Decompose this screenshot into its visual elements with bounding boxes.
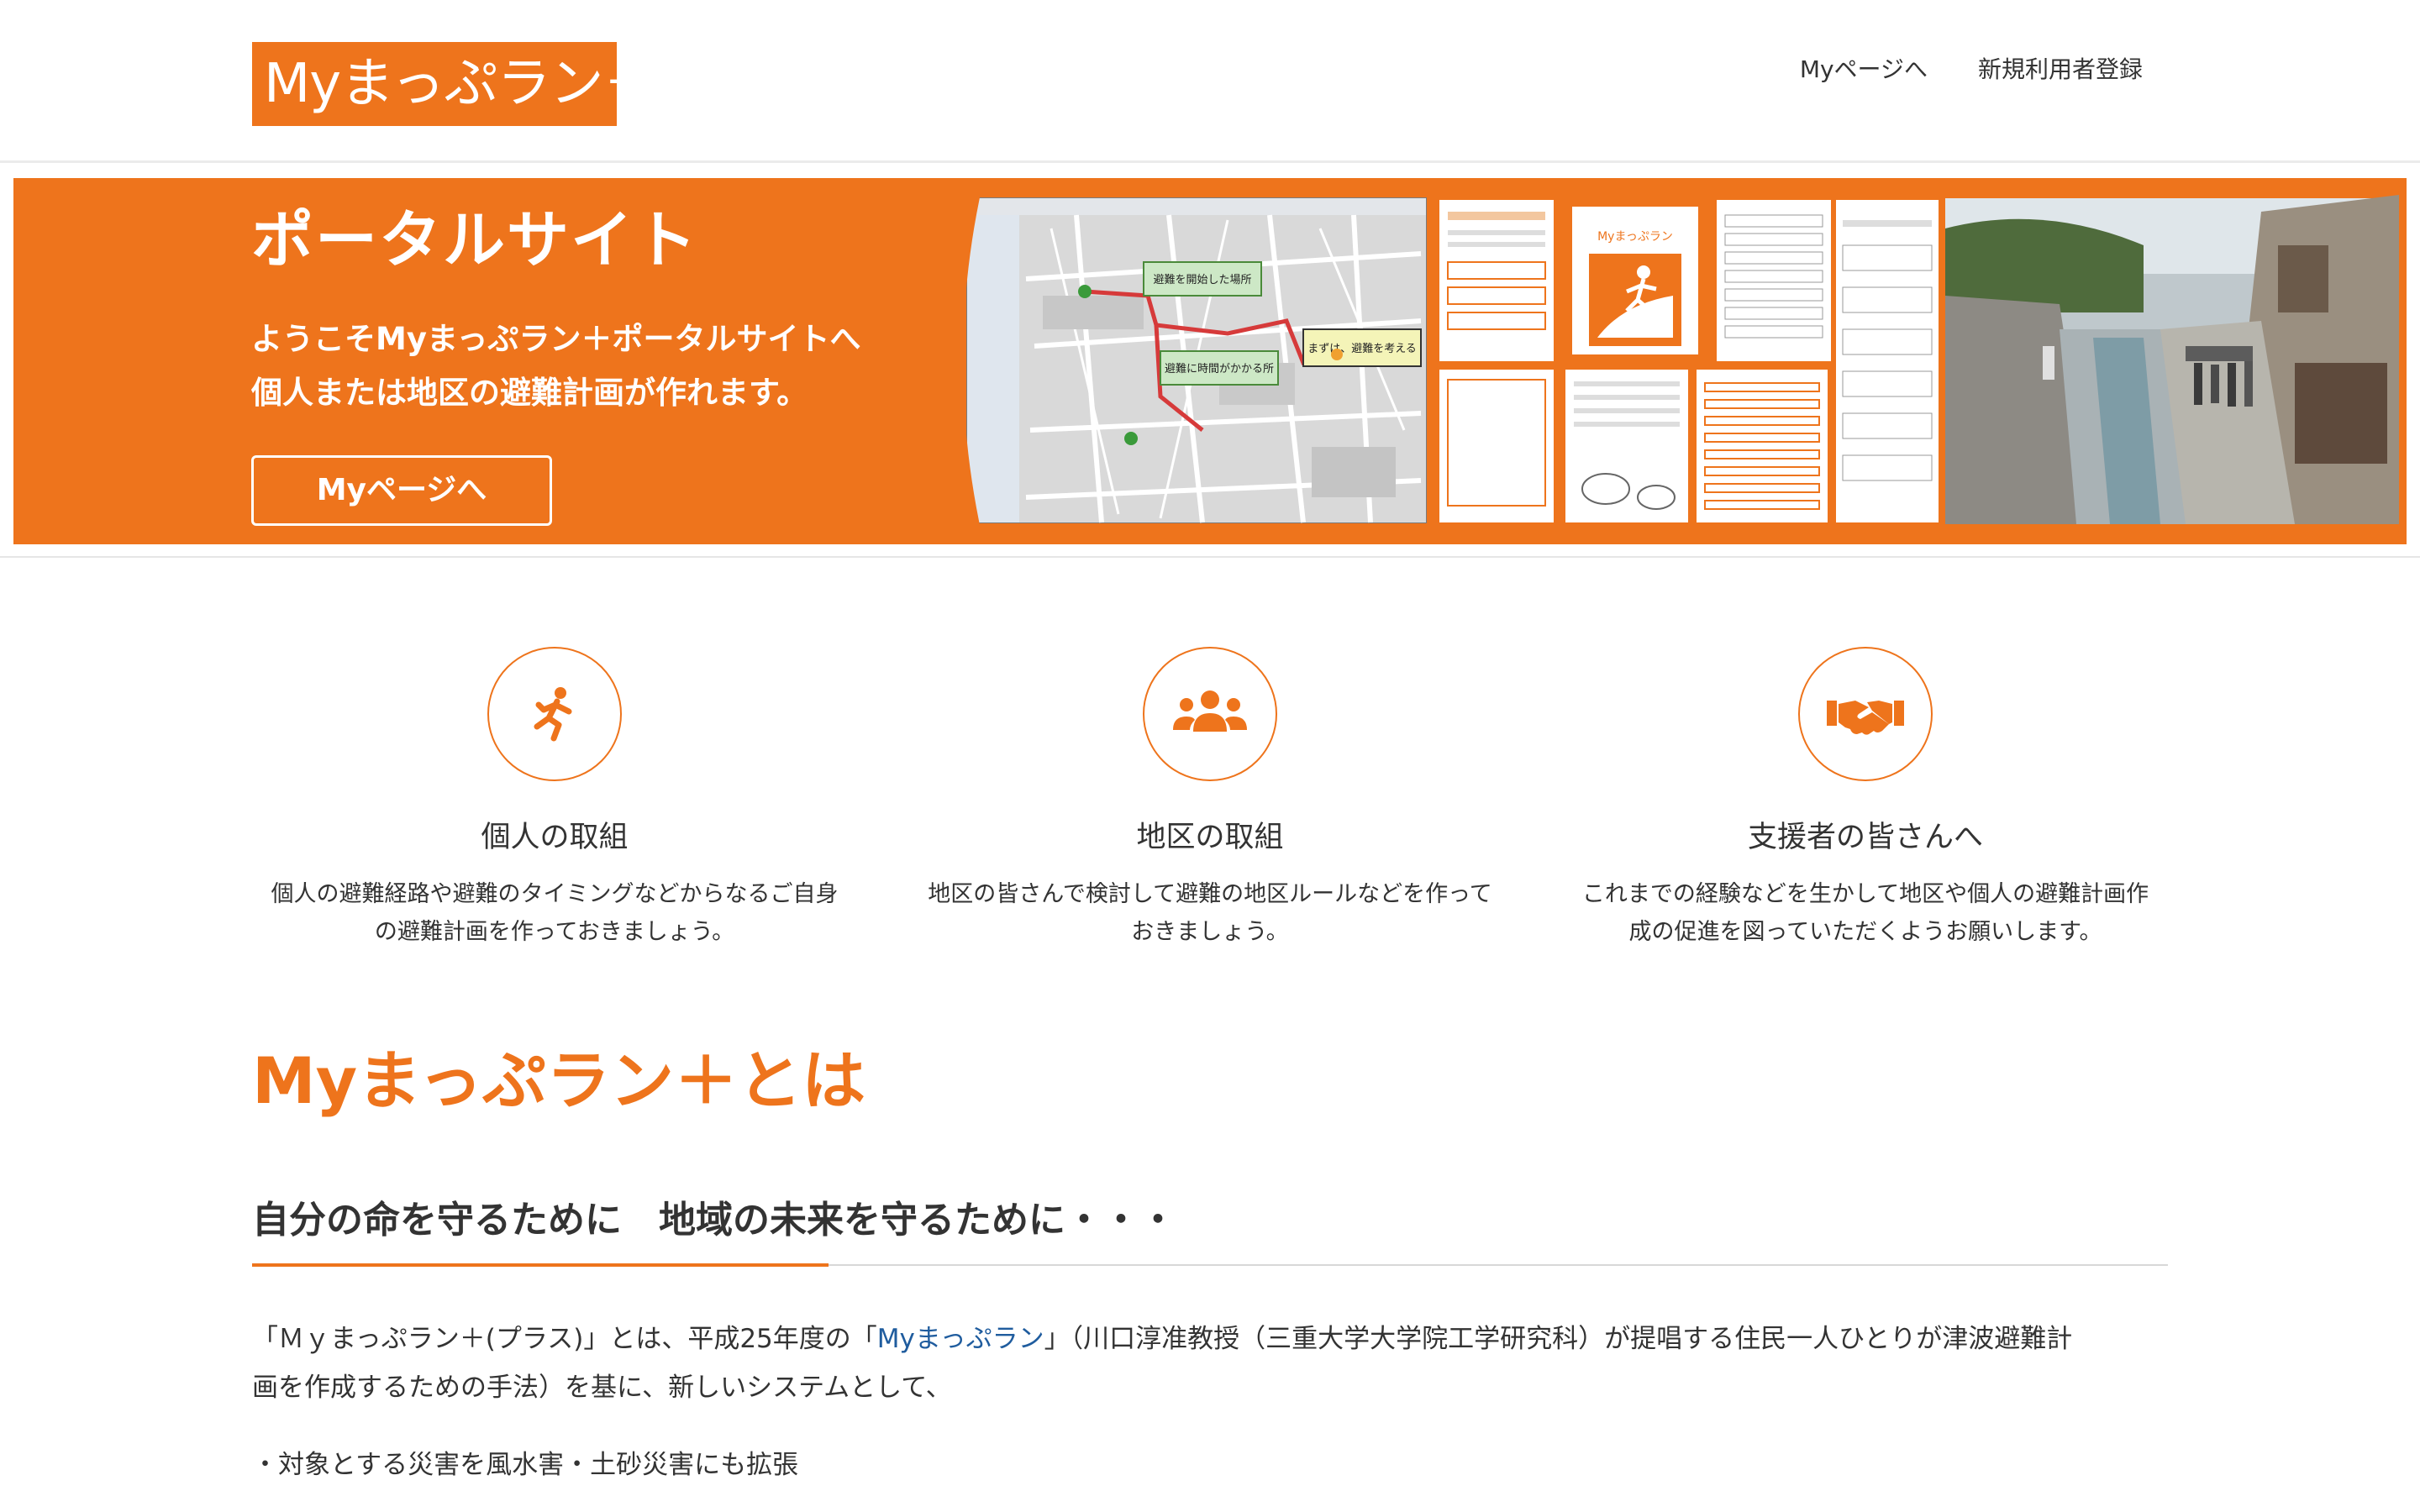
feature-desc-line: これまでの経験などを生かして地区や個人の避難計画作 [1581,881,2149,907]
hero-text: ようこそMyまっぷラン＋ポータルサイトへ 個人または地区の避難計画が作れます。 [251,312,860,420]
feature-supporters-title: 支援者の皆さんへ [1747,821,1983,854]
feature-individual-desc: 個人の避難経路や避難のタイミングなどからなるご自身 の避難計画を作っておきましょ… [252,875,857,951]
hero-title: ポータルサイト [251,204,698,276]
map-callout-1: 避難を開始した場所 [1153,274,1251,286]
hero-line-1: ようこそMyまっぷラン＋ポータルサイトへ [251,321,861,357]
about-paragraph: 「Ｍｙまっぷラン＋(プラス)」とは、平成25年度の「Myまっぷラン」（川口淳准教… [252,1315,2168,1412]
nav-register-link[interactable]: 新規利用者登録 [1978,49,2143,91]
main-nav: Myページへ 新規利用者登録 [1800,49,2143,91]
sheet-label: Myまっぷラン [1597,230,1673,244]
running-person-icon[interactable] [487,647,622,781]
feature-desc-line: おきましょう。 [1131,919,1289,945]
myplan-link[interactable]: Myまっぷラン [877,1324,1044,1354]
map-callout-2: まずは、避難を考える [1307,343,1417,355]
about-paragraph-line-1: 「Ｍｙまっぷラン＋(プラス)」とは、平成25年度の「Myまっぷラン」（川口淳准教… [252,1315,2168,1363]
hero-line-2: 個人または地区の避難計画が作れます。 [251,375,808,411]
about-divider-accent [252,1263,829,1267]
planning-sheets: Myまっぷラン [1436,197,1942,526]
hero-mypage-button[interactable]: Myページへ [251,455,552,526]
about-bullet-1: ・対象とする災害を風水害・土砂災害にも拡張 [252,1450,799,1480]
site-header: Myまっぷラン＋ Myページへ 新規利用者登録 [0,0,2420,163]
feature-district-title: 地区の取組 [1136,821,1284,854]
feature-desc-line: 個人の避難経路や避難のタイミングなどからなるご自身 [271,881,839,907]
hero-band: ポータルサイト ようこそMyまっぷラン＋ポータルサイトへ 個人または地区の避難計… [0,163,2420,558]
map-callout-3: 避難に時間がかかる所 [1165,363,1274,375]
feature-individual-title: 個人の取組 [481,821,629,854]
feature-list: 個人の取組 個人の避難経路や避難のタイミングなどからなるご自身 の避難計画を作っ… [252,647,2168,958]
hero-collage-image: 避難を開始した場所 まずは、避難を考える 避難に時間がかかる所 Myまっぷラン [950,178,2399,544]
group-users-icon[interactable] [1143,647,1277,781]
feature-supporters-desc: これまでの経験などを生かして地区や個人の避難計画作 成の促進を図っていただくよう… [1563,875,2168,951]
feature-district-desc: 地区の皆さんで検討して避難の地区ルールなどを作って おきましょう。 [908,875,1512,951]
hero-banner: ポータルサイト ようこそMyまっぷラン＋ポータルサイトへ 個人または地区の避難計… [13,178,2407,544]
handshake-icon[interactable] [1798,647,1933,781]
feature-desc-line: の避難計画を作っておきましょう。 [374,919,735,945]
feature-desc-line: 地区の皆さんで検討して避難の地区ルールなどを作って [928,881,1492,907]
about-paragraph-line-2: 画を作成するための手法）を基に、新しいシステムとして、 [252,1373,952,1403]
about-subtitle: 自分の命を守るために 地域の未来を守るために・・・ [252,1199,1176,1242]
feature-desc-line: 成の促進を図っていただくようお願いします。 [1628,919,2102,945]
map-screenshot: 避難を開始した場所 まずは、避難を考える 避難に時間がかかる所 [966,197,1427,523]
nav-mypage-link[interactable]: Myページへ [1800,49,1928,91]
about-title: Myまっぷラン＋とは [252,1043,866,1118]
about-para-pre: 「Ｍｙまっぷラン＋(プラス)」とは、平成25年度の「 [252,1324,877,1354]
site-logo[interactable]: Myまっぷラン＋ [252,42,617,126]
street-photo [1945,195,2399,524]
about-para-post: 」（川口淳准教授（三重大学大学院工学研究科）が提唱する住民一人ひとりが津波避難計 [1044,1324,2073,1354]
